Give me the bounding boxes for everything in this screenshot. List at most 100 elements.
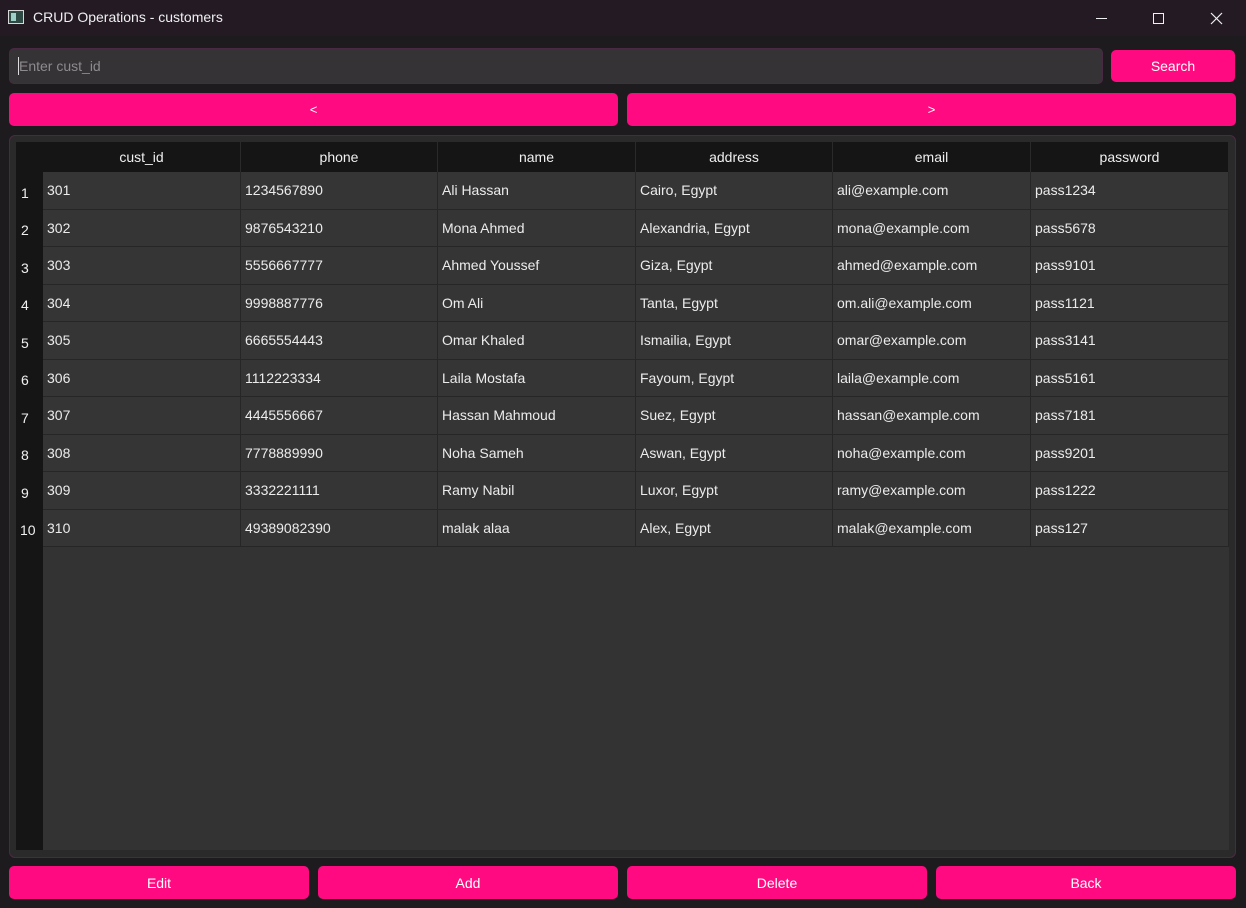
table-row[interactable]: 3 303 5556667777 Ahmed Youssef Giza, Egy…: [16, 247, 1229, 285]
cell-password[interactable]: pass3141: [1031, 322, 1229, 360]
cell-address[interactable]: Giza, Egypt: [636, 247, 833, 285]
table-row[interactable]: 2 302 9876543210 Mona Ahmed Alexandria, …: [16, 209, 1229, 247]
cell-name[interactable]: malak alaa: [438, 509, 636, 547]
cell-address[interactable]: Cairo, Egypt: [636, 172, 833, 210]
cell-email[interactable]: ramy@example.com: [833, 472, 1031, 510]
cell-cust-id[interactable]: 309: [43, 472, 241, 510]
cell-password[interactable]: pass9201: [1031, 434, 1229, 472]
table-row[interactable]: 1 301 1234567890 Ali Hassan Cairo, Egypt…: [16, 172, 1229, 210]
back-button[interactable]: Back: [936, 866, 1236, 899]
cell-phone[interactable]: 49389082390: [241, 509, 438, 547]
cell-phone[interactable]: 5556667777: [241, 247, 438, 285]
table-row[interactable]: 4 304 9998887776 Om Ali Tanta, Egypt om.…: [16, 284, 1229, 322]
cell-cust-id[interactable]: 301: [43, 172, 241, 210]
row-number[interactable]: 4: [16, 284, 43, 322]
table-row[interactable]: 10 310 49389082390 malak alaa Alex, Egyp…: [16, 509, 1229, 547]
column-header-cust-id[interactable]: cust_id: [43, 142, 241, 172]
cell-name[interactable]: Noha Sameh: [438, 434, 636, 472]
cell-cust-id[interactable]: 310: [43, 509, 241, 547]
minimize-button[interactable]: [1078, 0, 1124, 36]
cell-email[interactable]: omar@example.com: [833, 322, 1031, 360]
column-header-password[interactable]: password: [1031, 142, 1229, 172]
cell-password[interactable]: pass5161: [1031, 359, 1229, 397]
cell-cust-id[interactable]: 308: [43, 434, 241, 472]
text-caret: [18, 57, 19, 75]
cell-email[interactable]: ali@example.com: [833, 172, 1031, 210]
cell-password[interactable]: pass1234: [1031, 172, 1229, 210]
cell-address[interactable]: Alexandria, Egypt: [636, 209, 833, 247]
cell-password[interactable]: pass1121: [1031, 284, 1229, 322]
next-page-button[interactable]: >: [627, 93, 1236, 126]
row-number[interactable]: 2: [16, 209, 43, 247]
cell-address[interactable]: Luxor, Egypt: [636, 472, 833, 510]
cell-phone[interactable]: 9998887776: [241, 284, 438, 322]
row-number[interactable]: 8: [16, 434, 43, 472]
row-number[interactable]: 1: [16, 172, 43, 210]
row-number[interactable]: 3: [16, 247, 43, 285]
cell-name[interactable]: Om Ali: [438, 284, 636, 322]
cell-name[interactable]: Ramy Nabil: [438, 472, 636, 510]
cell-address[interactable]: Ismailia, Egypt: [636, 322, 833, 360]
search-input[interactable]: [9, 48, 1103, 84]
row-number[interactable]: 5: [16, 322, 43, 360]
column-header-phone[interactable]: phone: [241, 142, 438, 172]
cell-email[interactable]: malak@example.com: [833, 509, 1031, 547]
table-row[interactable]: 6 306 1112223334 Laila Mostafa Fayoum, E…: [16, 359, 1229, 397]
cell-email[interactable]: laila@example.com: [833, 359, 1031, 397]
cell-cust-id[interactable]: 305: [43, 322, 241, 360]
row-number[interactable]: 6: [16, 359, 43, 397]
table-row[interactable]: 9 309 3332221111 Ramy Nabil Luxor, Egypt…: [16, 472, 1229, 510]
cell-password[interactable]: pass7181: [1031, 397, 1229, 435]
cell-name[interactable]: Mona Ahmed: [438, 209, 636, 247]
table-row[interactable]: 5 305 6665554443 Omar Khaled Ismailia, E…: [16, 322, 1229, 360]
cell-address[interactable]: Alex, Egypt: [636, 509, 833, 547]
cell-email[interactable]: noha@example.com: [833, 434, 1031, 472]
cell-address[interactable]: Suez, Egypt: [636, 397, 833, 435]
cell-password[interactable]: pass9101: [1031, 247, 1229, 285]
edit-button[interactable]: Edit: [9, 866, 309, 899]
maximize-button[interactable]: [1135, 0, 1181, 36]
cell-phone[interactable]: 6665554443: [241, 322, 438, 360]
cell-email[interactable]: om.ali@example.com: [833, 284, 1031, 322]
cell-email[interactable]: ahmed@example.com: [833, 247, 1031, 285]
row-number[interactable]: 9: [16, 472, 43, 510]
cell-phone[interactable]: 3332221111: [241, 472, 438, 510]
cell-password[interactable]: pass5678: [1031, 209, 1229, 247]
previous-page-button[interactable]: <: [9, 93, 618, 126]
table-row[interactable]: 8 308 7778889990 Noha Sameh Aswan, Egypt…: [16, 434, 1229, 472]
cell-phone[interactable]: 1234567890: [241, 172, 438, 210]
cell-name[interactable]: Omar Khaled: [438, 322, 636, 360]
cell-phone[interactable]: 4445556667: [241, 397, 438, 435]
table-row[interactable]: 7 307 4445556667 Hassan Mahmoud Suez, Eg…: [16, 397, 1229, 435]
search-button[interactable]: Search: [1111, 50, 1235, 82]
table-corner[interactable]: [16, 142, 43, 172]
add-button[interactable]: Add: [318, 866, 618, 899]
cell-email[interactable]: hassan@example.com: [833, 397, 1031, 435]
cell-address[interactable]: Aswan, Egypt: [636, 434, 833, 472]
cell-password[interactable]: pass127: [1031, 509, 1229, 547]
cell-name[interactable]: Laila Mostafa: [438, 359, 636, 397]
column-header-address[interactable]: address: [636, 142, 833, 172]
cell-name[interactable]: Hassan Mahmoud: [438, 397, 636, 435]
cell-name[interactable]: Ahmed Youssef: [438, 247, 636, 285]
row-number[interactable]: 10: [16, 509, 43, 547]
cell-name[interactable]: Ali Hassan: [438, 172, 636, 210]
delete-button[interactable]: Delete: [627, 866, 927, 899]
column-header-email[interactable]: email: [833, 142, 1031, 172]
cell-address[interactable]: Fayoum, Egypt: [636, 359, 833, 397]
cell-cust-id[interactable]: 307: [43, 397, 241, 435]
cell-email[interactable]: mona@example.com: [833, 209, 1031, 247]
cell-password[interactable]: pass1222: [1031, 472, 1229, 510]
close-button[interactable]: [1193, 0, 1239, 36]
cell-phone[interactable]: 7778889990: [241, 434, 438, 472]
row-number[interactable]: 7: [16, 397, 43, 435]
cell-cust-id[interactable]: 303: [43, 247, 241, 285]
cell-phone[interactable]: 9876543210: [241, 209, 438, 247]
cell-cust-id[interactable]: 302: [43, 209, 241, 247]
cell-cust-id[interactable]: 306: [43, 359, 241, 397]
cell-phone[interactable]: 1112223334: [241, 359, 438, 397]
close-icon: [1210, 12, 1222, 24]
column-header-name[interactable]: name: [438, 142, 636, 172]
cell-address[interactable]: Tanta, Egypt: [636, 284, 833, 322]
cell-cust-id[interactable]: 304: [43, 284, 241, 322]
